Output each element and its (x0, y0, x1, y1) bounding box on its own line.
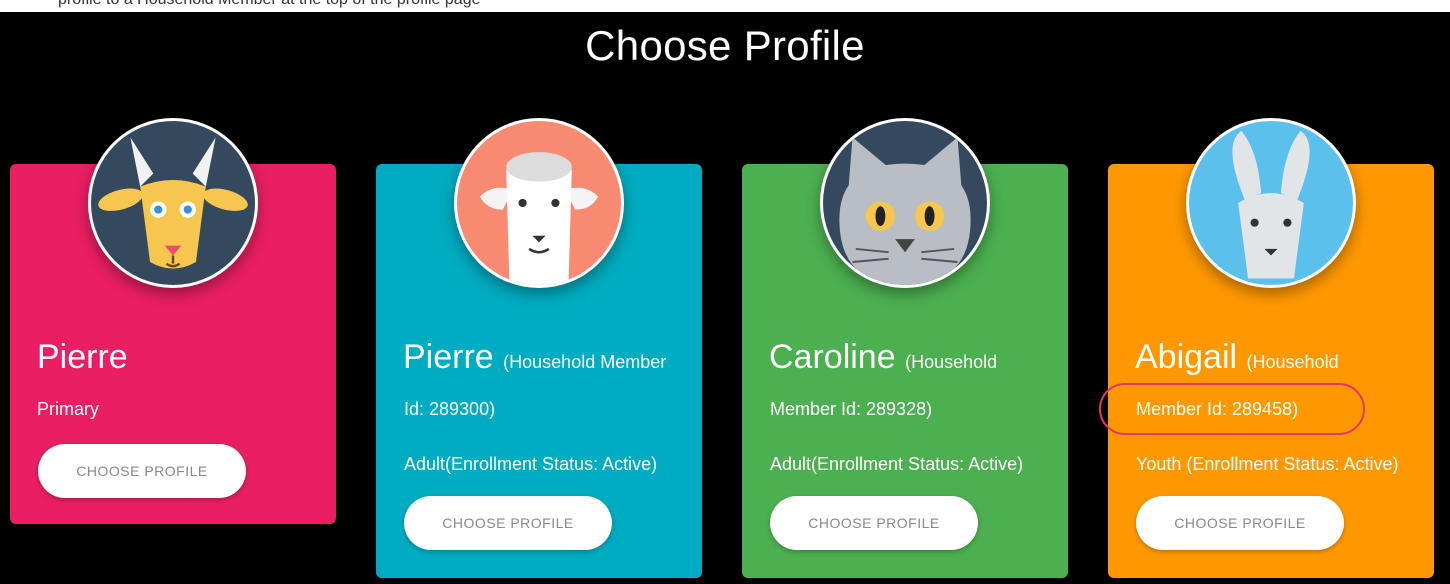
top-caption-text: profile to a Household Member at the top… (58, 0, 480, 9)
goat-icon (88, 118, 258, 288)
sheep-icon (454, 118, 624, 288)
cat-icon (820, 118, 990, 288)
choose-profile-button-abigail[interactable]: CHOOSE PROFILE (1136, 496, 1344, 550)
profile-name-line: Abigail (Household (1135, 338, 1339, 376)
choose-profile-button-caroline[interactable]: CHOOSE PROFILE (770, 496, 978, 550)
profile-enrollment-status: Adult(Enrollment Status: Active) (404, 454, 658, 474)
profile-enrollment-status: Adult(Enrollment Status: Active) (770, 454, 1024, 474)
profile-name-line: Pierre (Household Member (403, 338, 667, 376)
top-caption-strip: profile to a Household Member at the top… (0, 0, 1450, 12)
member-id-highlight-annotation (1099, 383, 1365, 435)
page-title: Choose Profile (585, 22, 865, 69)
choose-profile-button-pierre-household[interactable]: CHOOSE PROFILE (404, 496, 612, 550)
profile-name-line: Caroline (Household (769, 338, 998, 376)
profile-member-id: Member Id: 289328) (770, 399, 933, 419)
profile-enrollment-status: Youth (Enrollment Status: Active) (1136, 454, 1399, 474)
rabbit-icon (1186, 118, 1356, 288)
choose-profile-button-pierre-primary[interactable]: CHOOSE PROFILE (38, 444, 246, 498)
profile-name: Pierre (37, 338, 128, 376)
profile-role: Primary (37, 399, 99, 419)
profile-member-id: Id: 289300) (404, 399, 496, 419)
